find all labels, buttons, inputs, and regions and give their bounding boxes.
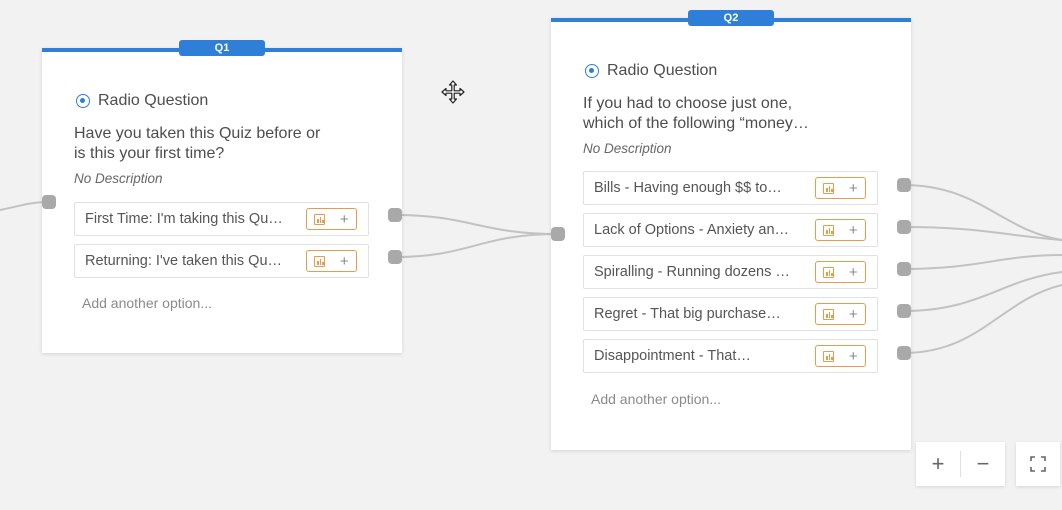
option-actions: + <box>815 303 866 325</box>
question-type-label: Radio Question <box>607 62 718 79</box>
output-port-q1-option-2[interactable] <box>388 250 402 264</box>
question-card-q2[interactable]: Q2 Radio Question If you had to choose j… <box>551 10 911 450</box>
wire-q2-opt4-out <box>902 271 1062 312</box>
output-port-q2-option-3[interactable] <box>897 262 911 276</box>
chart-icon[interactable] <box>823 350 835 362</box>
wire-q1-opt1-to-q2 <box>394 214 559 235</box>
chart-icon[interactable] <box>823 266 835 278</box>
question-text[interactable]: If you had to choose just one, which of … <box>583 94 883 134</box>
add-option-link[interactable]: Add another option... <box>82 295 212 311</box>
output-port-q1-option-1[interactable] <box>388 208 402 222</box>
option-row[interactable]: Spiralling - Running dozens … + <box>583 255 878 289</box>
zoom-controls: + − <box>916 442 1005 486</box>
question-description[interactable]: No Description <box>583 141 672 156</box>
option-actions: + <box>815 219 866 241</box>
add-icon[interactable]: + <box>340 212 349 227</box>
move-cursor-icon <box>441 80 465 104</box>
question-badge: Q2 <box>688 10 774 26</box>
fullscreen-control <box>1016 442 1060 486</box>
question-type: Radio Question <box>76 92 208 110</box>
question-card-q1[interactable]: Q1 Radio Question Have you taken this Qu… <box>42 40 402 353</box>
question-type: Radio Question <box>585 62 717 80</box>
option-row[interactable]: Disappointment - That… + <box>583 339 878 373</box>
option-row[interactable]: Returning: I've taken this Qu… + <box>74 244 369 278</box>
wire-q1-opt2-to-q2 <box>394 233 559 258</box>
option-label[interactable]: First Time: I'm taking this Qu… <box>75 211 306 227</box>
chart-icon[interactable] <box>823 308 835 320</box>
output-port-q2-option-5[interactable] <box>897 346 911 360</box>
radio-icon <box>585 64 599 78</box>
chart-icon[interactable] <box>314 213 326 225</box>
fullscreen-button[interactable] <box>1016 442 1060 486</box>
option-label[interactable]: Returning: I've taken this Qu… <box>75 253 306 269</box>
zoom-in-button[interactable]: + <box>916 442 960 486</box>
output-port-q2-option-4[interactable] <box>897 304 911 318</box>
option-actions: + <box>815 261 866 283</box>
option-label[interactable]: Spiralling - Running dozens … <box>584 264 815 280</box>
option-row[interactable]: First Time: I'm taking this Qu… + <box>74 202 369 236</box>
chart-icon[interactable] <box>823 182 835 194</box>
option-actions: + <box>306 208 357 230</box>
input-port-q1[interactable] <box>42 195 56 209</box>
wire-q2-opt3-out <box>902 254 1062 270</box>
question-type-label: Radio Question <box>98 92 209 109</box>
option-label[interactable]: Lack of Options - Anxiety an… <box>584 222 815 238</box>
output-port-q2-option-2[interactable] <box>897 220 911 234</box>
add-option-link[interactable]: Add another option... <box>591 391 721 407</box>
question-text[interactable]: Have you taken this Quiz before or is th… <box>74 124 374 164</box>
zoom-out-button[interactable]: − <box>961 442 1005 486</box>
add-icon[interactable]: + <box>849 181 858 196</box>
chart-icon[interactable] <box>314 255 326 267</box>
add-icon[interactable]: + <box>849 223 858 238</box>
question-badge: Q1 <box>179 40 265 56</box>
option-row[interactable]: Regret - That big purchase… + <box>583 297 878 331</box>
add-icon[interactable]: + <box>849 307 858 322</box>
option-label[interactable]: Disappointment - That… <box>584 348 815 364</box>
add-icon[interactable]: + <box>849 349 858 364</box>
fullscreen-icon <box>1030 456 1046 472</box>
wire-incoming-q1 <box>0 201 49 211</box>
option-actions: + <box>306 250 357 272</box>
add-icon[interactable]: + <box>340 254 349 269</box>
add-icon[interactable]: + <box>849 265 858 280</box>
option-label[interactable]: Regret - That big purchase… <box>584 306 815 322</box>
output-port-q2-option-1[interactable] <box>897 178 911 192</box>
option-actions: + <box>815 177 866 199</box>
question-description[interactable]: No Description <box>74 171 163 186</box>
chart-icon[interactable] <box>823 224 835 236</box>
option-label[interactable]: Bills - Having enough $$ to… <box>584 180 815 196</box>
option-actions: + <box>815 345 866 367</box>
wire-q2-opt5-out <box>902 284 1062 354</box>
input-port-q2[interactable] <box>551 227 565 241</box>
radio-icon <box>76 94 90 108</box>
option-row[interactable]: Lack of Options - Anxiety an… + <box>583 213 878 247</box>
option-row[interactable]: Bills - Having enough $$ to… + <box>583 171 878 205</box>
